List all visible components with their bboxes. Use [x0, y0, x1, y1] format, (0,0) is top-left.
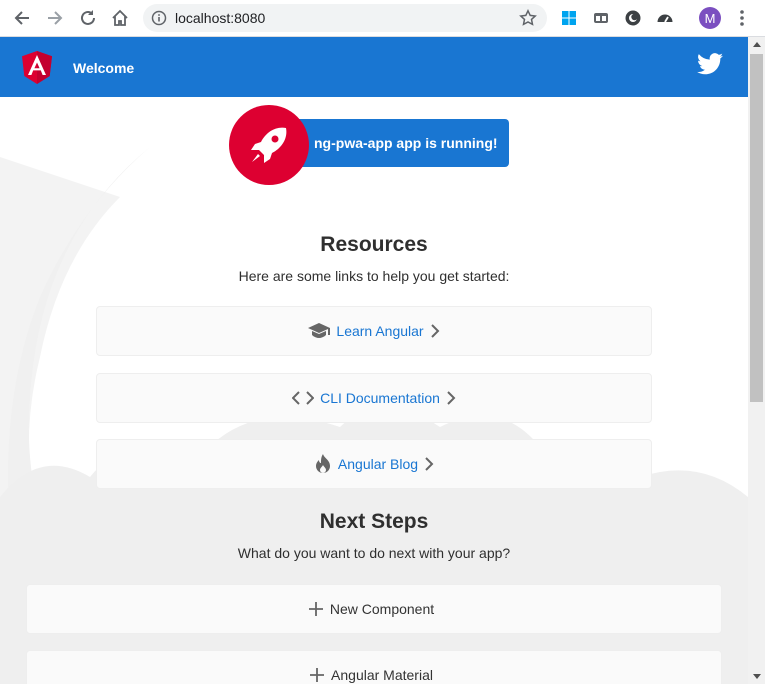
- cli-documentation-label: CLI Documentation: [320, 390, 440, 406]
- dark-mode-extension-icon[interactable]: [623, 8, 643, 28]
- rocket-icon: [251, 127, 287, 163]
- vertical-scrollbar[interactable]: [748, 37, 765, 684]
- more-vert-icon: [740, 10, 744, 26]
- page-viewport: Welcome ng-pwa-app app is running! Resou…: [0, 37, 765, 684]
- forward-button[interactable]: [43, 6, 67, 30]
- scrollbar-thumb[interactable]: [750, 54, 763, 402]
- code-brackets-icon: [292, 391, 315, 405]
- scroll-up-arrow[interactable]: [753, 42, 761, 47]
- learn-angular-link[interactable]: Learn Angular: [96, 306, 652, 356]
- plus-icon: [309, 667, 325, 683]
- profile-avatar[interactable]: M: [699, 7, 721, 29]
- back-button[interactable]: [10, 6, 34, 30]
- home-button[interactable]: [108, 6, 132, 30]
- info-icon[interactable]: [151, 10, 167, 31]
- next-steps-subtitle: What do you want to do next with your ap…: [237, 545, 511, 561]
- arrow-right-icon: [48, 11, 63, 25]
- address-bar[interactable]: localhost:8080: [143, 4, 547, 32]
- toolbar-title: Welcome: [73, 60, 135, 76]
- resources-heading: Resources: [320, 233, 428, 256]
- angular-material-label: Angular Material: [331, 667, 433, 683]
- new-component-button[interactable]: New Component: [26, 584, 722, 634]
- chevron-right-icon: [424, 457, 434, 471]
- browser-menu-button[interactable]: [734, 8, 750, 28]
- resources-subtitle: Here are some links to help you get star…: [238, 268, 510, 284]
- new-component-label: New Component: [329, 601, 435, 617]
- scroll-down-arrow[interactable]: [753, 674, 761, 679]
- plus-icon: [308, 601, 324, 617]
- twitter-icon[interactable]: [697, 53, 723, 80]
- learn-angular-label: Learn Angular: [336, 323, 424, 339]
- cli-documentation-link[interactable]: CLI Documentation: [96, 373, 652, 423]
- arrow-left-icon: [14, 11, 29, 25]
- home-icon: [112, 9, 128, 26]
- running-text: ng-pwa-app app is running!: [314, 135, 498, 151]
- next-steps-heading: Next Steps: [319, 510, 429, 533]
- chevron-right-icon: [446, 391, 456, 405]
- angular-logo-icon: [22, 51, 52, 89]
- angular-blog-label: Angular Blog: [337, 456, 419, 472]
- main-content: ng-pwa-app app is running! Resources Her…: [0, 97, 748, 684]
- angular-material-button[interactable]: Angular Material: [26, 650, 722, 684]
- speed-extension-icon[interactable]: [655, 8, 675, 28]
- rocket-badge: [229, 105, 309, 185]
- tab-extension-icon[interactable]: [591, 8, 611, 28]
- url-text: localhost:8080: [175, 10, 266, 26]
- browser-chrome: localhost:8080 M: [0, 0, 765, 37]
- reload-button[interactable]: [76, 6, 100, 30]
- windows-extension-icon[interactable]: [559, 8, 579, 28]
- angular-blog-link[interactable]: Angular Blog: [96, 439, 652, 489]
- reload-icon: [81, 10, 95, 25]
- flame-icon: [314, 453, 332, 475]
- bookmark-star-icon[interactable]: [519, 9, 537, 32]
- chevron-right-icon: [430, 324, 440, 338]
- app-toolbar: Welcome: [0, 37, 748, 97]
- graduation-cap-icon: [308, 322, 331, 340]
